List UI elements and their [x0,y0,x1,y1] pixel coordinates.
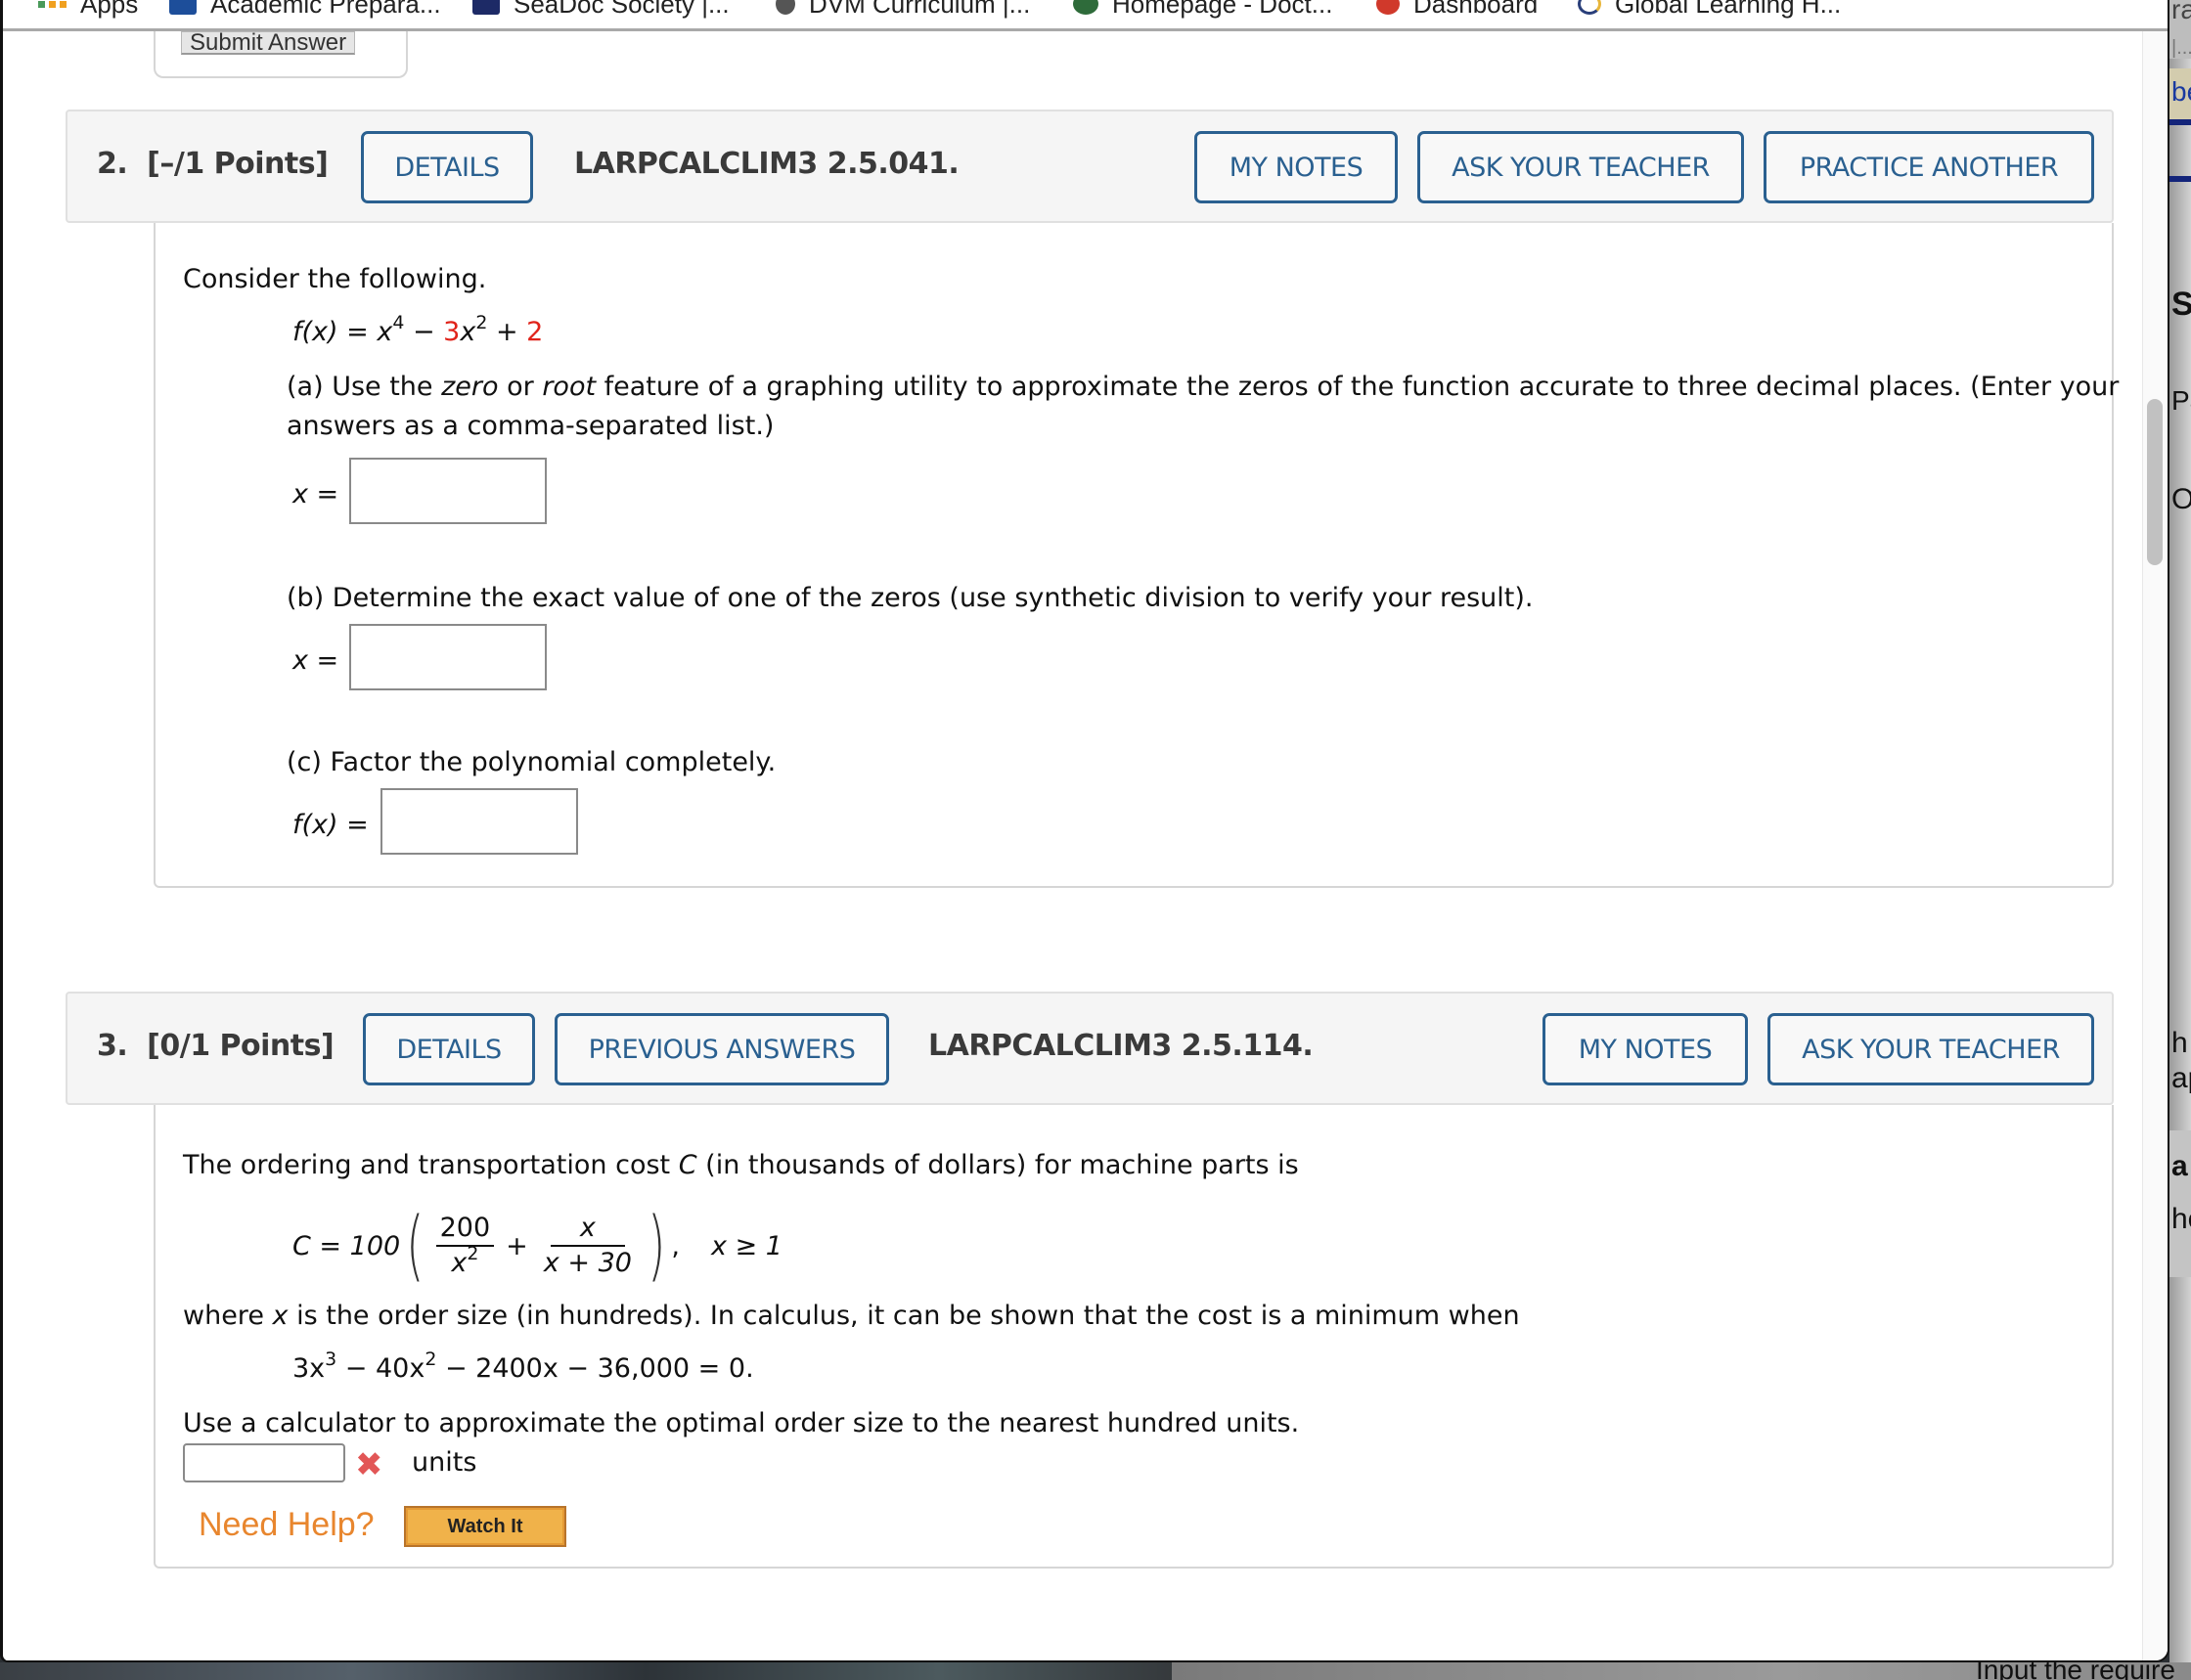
question-intro: Consider the following. [183,264,487,294]
part-a-prompt: (a) Use the zero or root feature of a gr… [287,372,2120,402]
bookmark-dashboard[interactable]: Dashboard [1376,0,1539,19]
apps-grid-icon [38,0,67,8]
function-expression: f(x) = x4 − 3x2 + 2 [292,312,544,347]
seadoc-favicon [472,0,500,15]
ask-your-teacher-button[interactable]: ASK YOUR TEACHER [1417,131,1744,203]
ask-your-teacher-button[interactable]: ASK YOUR TEACHER [1767,1013,2094,1085]
bookmark-academic-preparation[interactable]: Academic Prepara... [169,0,441,19]
details-button[interactable]: DETAILS [361,131,533,203]
part-c-prompt: (c) Factor the polynomial completely. [287,747,777,777]
background-fragment: be [2171,76,2191,107]
scrollbar-thumb[interactable] [2147,399,2163,565]
my-notes-button[interactable]: MY NOTES [1194,131,1398,203]
bookmark-label: Dashboard [1413,0,1539,19]
academic-favicon [169,0,197,15]
browser-window: Apps Academic Prepara... SeaDoc Society … [0,0,2169,1662]
where-text: where x is the order size (in hundreds).… [183,1301,1520,1331]
bookmark-seadoc-society[interactable]: SeaDoc Society |... [472,0,730,19]
details-button[interactable]: DETAILS [363,1013,535,1085]
dvm-favicon [776,0,795,15]
part-c-label: f(x) = [292,810,369,840]
minimum-equation: 3x3 − 40x2 − 2400x − 36,000 = 0. [292,1348,754,1384]
page-scrollbar[interactable] [2142,31,2168,1660]
question-2-header: 2. [–/1 Points] DETAILS LARPCALCLIM3 2.5… [66,110,2114,223]
order-size-answer-input[interactable] [183,1443,345,1482]
background-fragment: h [2171,1027,2188,1059]
question-3-header: 3. [0/1 Points] DETAILS PREVIOUS ANSWERS… [66,992,2114,1105]
my-notes-button[interactable]: MY NOTES [1543,1013,1748,1085]
part-a-input-field[interactable] [351,460,545,522]
bookmark-label: DVM Curriculum |... [809,0,1031,19]
background-fragment: ra [2171,0,2191,24]
part-c-answer-input[interactable] [380,788,578,855]
order-size-input-field[interactable] [185,1445,343,1481]
part-a-label: x = [292,479,339,509]
bookmark-dvm-curriculum[interactable]: DVM Curriculum |... [776,0,1031,19]
bookmark-label: Apps [80,0,139,19]
bookmarks-bar: Apps Academic Prepara... SeaDoc Society … [3,0,2168,31]
right-paren: ) [648,1202,666,1290]
background-window-text: Input the require [1976,1660,2175,1680]
practice-another-button[interactable]: PRACTICE ANOTHER [1764,131,2094,203]
points-status: [–/1 Points] [147,147,329,181]
part-c-input-field[interactable] [382,790,576,853]
need-help-label: Need Help? [199,1506,375,1543]
bookmark-label: Global Learning H... [1615,0,1842,19]
instruction-text: Use a calculator to approximate the opti… [183,1408,1300,1438]
points-status: [0/1 Points] [147,1029,335,1063]
bookmark-label: Homepage - Doct... [1112,0,1333,19]
question-2-body: Consider the following. f(x) = x4 − 3x2 … [154,223,2119,888]
fraction-200-over-x2: 200 x2 [435,1212,495,1280]
submit-answer-button[interactable]: Submit Answer [181,31,356,55]
question-code: LARPCALCLIM3 2.5.041. [574,147,960,181]
part-b-answer-input[interactable] [349,624,547,690]
background-window: ra |... be S Pa O h ap a he [2169,0,2191,1662]
global-learning-favicon [1578,0,1601,15]
part-a-prompt-line2: answers as a comma-separated list.) [287,411,775,441]
desktop-background [0,1662,1174,1680]
bookmark-apps[interactable]: Apps [38,0,139,19]
cost-formula: C = 100 ( 200 x2 + x x + 30 ) , x ≥ 1 [292,1202,782,1290]
webassign-page: Submit Answer 2. [–/1 Points] DETAILS LA… [3,31,2151,1660]
watch-it-button[interactable]: Watch It [404,1506,566,1547]
part-a-answer-input[interactable] [349,458,547,524]
question-code: LARPCALCLIM3 2.5.114. [928,1029,1314,1063]
previous-question-panel: Submit Answer [154,31,408,78]
bookmark-homepage[interactable]: Homepage - Doct... [1073,0,1333,19]
bookmark-global-learning[interactable]: Global Learning H... [1578,0,1842,19]
homepage-favicon [1073,0,1098,15]
bookmark-label: Academic Prepara... [210,0,441,19]
background-fragment: ap [2171,1062,2191,1094]
question-number: 3. [0/1 Points] [97,1029,335,1063]
background-fragment: O [2171,483,2191,515]
background-fragment: |... [2171,37,2191,59]
background-fragment: a [2171,1150,2188,1182]
part-b-label: x = [292,645,339,676]
question-number: 2. [–/1 Points] [97,147,329,181]
background-fragment: he [2171,1203,2191,1235]
bookmark-label: SeaDoc Society |... [514,0,730,19]
background-fragment: Pa [2171,385,2191,416]
background-fragment: S [2171,286,2191,323]
part-b-input-field[interactable] [351,626,545,688]
units-label: units [412,1447,477,1478]
left-paren: ( [406,1202,425,1290]
previous-answers-button[interactable]: PREVIOUS ANSWERS [555,1013,889,1085]
incorrect-x-icon: ✖ [355,1445,383,1484]
dashboard-favicon [1376,0,1400,15]
part-b-prompt: (b) Determine the exact value of one of … [287,583,1534,613]
question-3-body: The ordering and transportation cost C (… [154,1105,2114,1569]
fraction-x-over-x-plus-30: x x + 30 [543,1213,632,1278]
question-intro: The ordering and transportation cost C (… [183,1150,1299,1180]
